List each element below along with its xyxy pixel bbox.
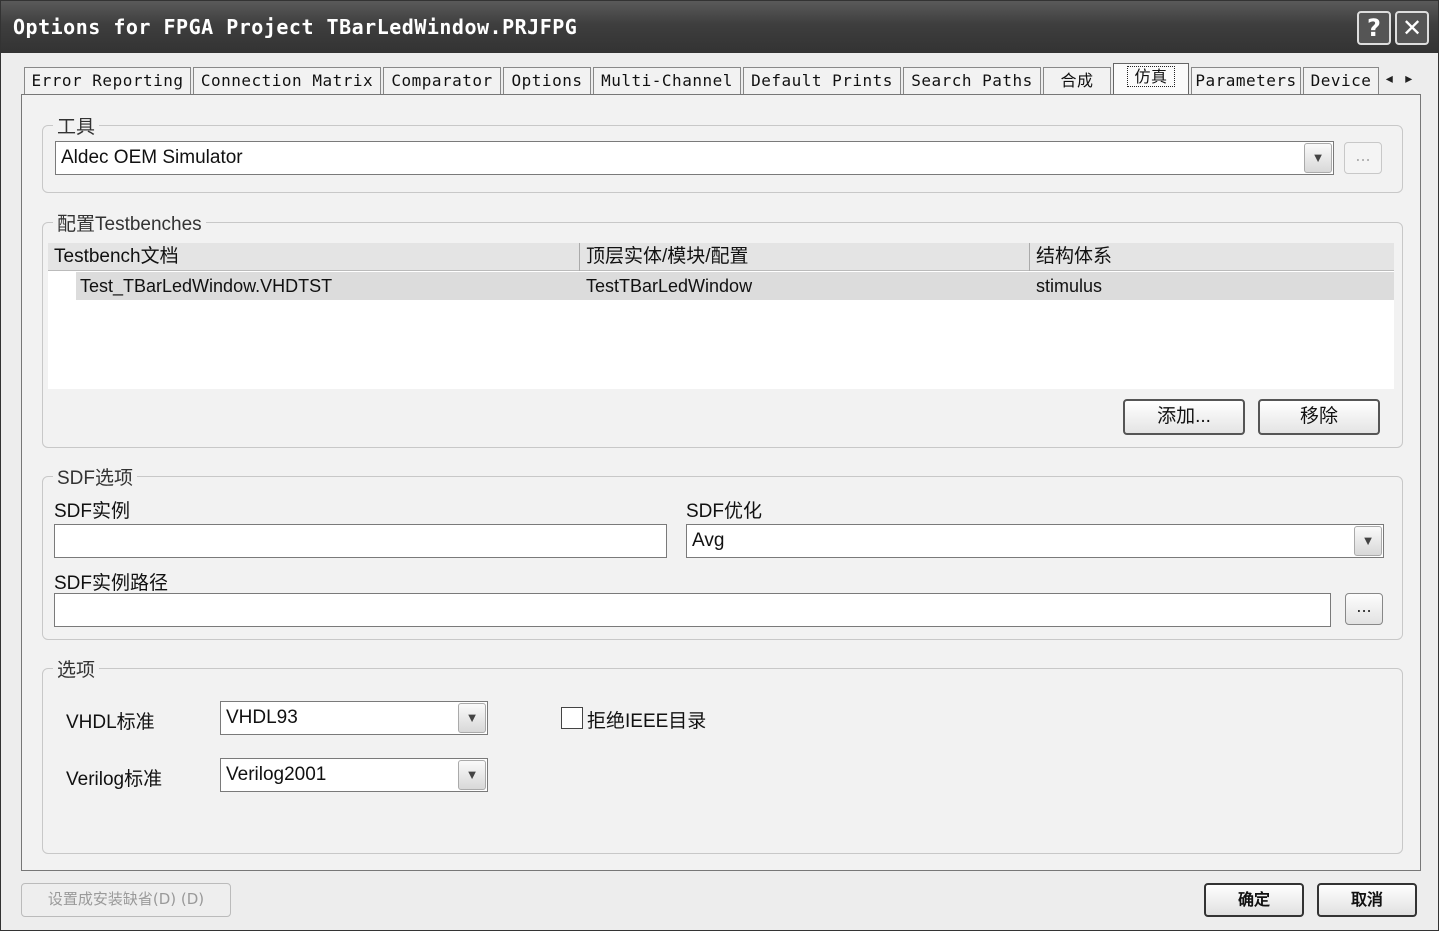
tab-simulation[interactable]: 仿真 bbox=[1113, 63, 1189, 95]
sdf-path-input[interactable] bbox=[54, 593, 1331, 627]
set-default-button[interactable]: 设置成安装缺省(D) (D) bbox=[21, 883, 231, 917]
tool-browse-button[interactable]: ... bbox=[1344, 142, 1382, 174]
window-title: Options for FPGA Project TBarLedWindow.P… bbox=[13, 15, 578, 39]
vhdl-standard-label: VHDL标准 bbox=[66, 712, 155, 733]
close-button[interactable]: ✕ bbox=[1395, 11, 1429, 45]
add-testbench-button[interactable]: 添加... bbox=[1123, 399, 1245, 435]
help-button[interactable]: ? bbox=[1357, 11, 1391, 45]
tab-strip: Error Reporting Connection Matrix Compar… bbox=[21, 63, 1421, 95]
tab-multi-channel[interactable]: Multi-Channel bbox=[593, 67, 741, 95]
sdf-instance-input[interactable] bbox=[54, 524, 667, 558]
tool-group: 工具 Aldec OEM Simulator ▼ ... bbox=[42, 112, 1403, 193]
column-header-architecture[interactable]: 结构体系 bbox=[1030, 243, 1394, 271]
title-bar: Options for FPGA Project TBarLedWindow.P… bbox=[1, 1, 1438, 53]
sdf-optimize-select[interactable]: Avg ▼ bbox=[686, 524, 1384, 558]
verilog-standard-value: Verilog2001 bbox=[226, 764, 327, 785]
tab-options[interactable]: Options bbox=[503, 67, 591, 95]
sdf-optimize-value: Avg bbox=[692, 530, 725, 551]
reject-ieee-label: 拒绝IEEE目录 bbox=[587, 711, 707, 732]
tab-device[interactable]: Device bbox=[1303, 67, 1379, 95]
chevron-left-icon[interactable]: ◂ bbox=[1386, 71, 1393, 87]
row-architecture: stimulus bbox=[1036, 276, 1103, 296]
tab-comparator[interactable]: Comparator bbox=[383, 67, 501, 95]
chevron-down-icon[interactable]: ▼ bbox=[1304, 143, 1332, 173]
options-dialog: Options for FPGA Project TBarLedWindow.P… bbox=[0, 0, 1439, 931]
tab-connection-matrix[interactable]: Connection Matrix bbox=[193, 67, 381, 95]
row-top-entity: TestTBarLedWindow bbox=[586, 276, 753, 296]
sdf-path-label: SDF实例路径 bbox=[54, 573, 169, 594]
tab-default-prints[interactable]: Default Prints bbox=[743, 67, 901, 95]
tab-simulation-label: 仿真 bbox=[1127, 66, 1175, 87]
chevron-down-icon[interactable]: ▼ bbox=[458, 760, 486, 790]
row-document: Test_TBarLedWindow.VHDTST bbox=[80, 276, 333, 296]
reject-ieee-checkbox[interactable] bbox=[561, 707, 583, 729]
tab-parameters[interactable]: Parameters bbox=[1191, 67, 1301, 95]
tab-synthesis[interactable]: 合成 bbox=[1043, 67, 1111, 95]
chevron-down-icon[interactable]: ▼ bbox=[1354, 526, 1382, 556]
remove-testbench-button[interactable]: 移除 bbox=[1258, 399, 1380, 435]
column-header-top-entity[interactable]: 顶层实体/模块/配置 bbox=[580, 243, 1030, 271]
simulation-tab-panel: 工具 Aldec OEM Simulator ▼ ... 配置Testbench… bbox=[21, 94, 1421, 871]
sdf-group-label: SDF选项 bbox=[53, 463, 138, 490]
tab-search-paths[interactable]: Search Paths bbox=[903, 67, 1041, 95]
ok-button[interactable]: 确定 bbox=[1204, 883, 1304, 917]
tab-scroll-arrows: ◂ ▸ bbox=[1381, 67, 1417, 91]
vhdl-standard-select[interactable]: VHDL93 ▼ bbox=[220, 701, 488, 735]
sdf-path-browse-button[interactable]: ... bbox=[1345, 593, 1383, 625]
simulator-select-value: Aldec OEM Simulator bbox=[61, 147, 243, 168]
options-group-label: 选项 bbox=[53, 655, 100, 682]
sdf-optimize-label: SDF优化 bbox=[686, 501, 763, 522]
simulator-select[interactable]: Aldec OEM Simulator ▼ bbox=[55, 141, 1334, 175]
chevron-down-icon[interactable]: ▼ bbox=[458, 703, 486, 733]
chevron-right-icon[interactable]: ▸ bbox=[1405, 71, 1412, 87]
sdf-instance-label: SDF实例 bbox=[54, 501, 131, 522]
table-row[interactable]: Test_TBarLedWindow.VHDTST TestTBarLedWin… bbox=[76, 272, 1394, 300]
testbench-list[interactable]: Testbench文档 顶层实体/模块/配置 结构体系 Test_TBarLed… bbox=[48, 243, 1394, 389]
vhdl-standard-value: VHDL93 bbox=[226, 707, 298, 728]
verilog-standard-label: Verilog标准 bbox=[66, 769, 163, 790]
tool-group-label: 工具 bbox=[53, 112, 100, 139]
testbench-list-header: Testbench文档 顶层实体/模块/配置 结构体系 bbox=[48, 243, 1394, 271]
column-header-document[interactable]: Testbench文档 bbox=[48, 243, 580, 271]
verilog-standard-select[interactable]: Verilog2001 ▼ bbox=[220, 758, 488, 792]
testbench-group-label: 配置Testbenches bbox=[53, 209, 206, 236]
tab-error-reporting[interactable]: Error Reporting bbox=[24, 67, 191, 95]
cancel-button[interactable]: 取消 bbox=[1317, 883, 1417, 917]
